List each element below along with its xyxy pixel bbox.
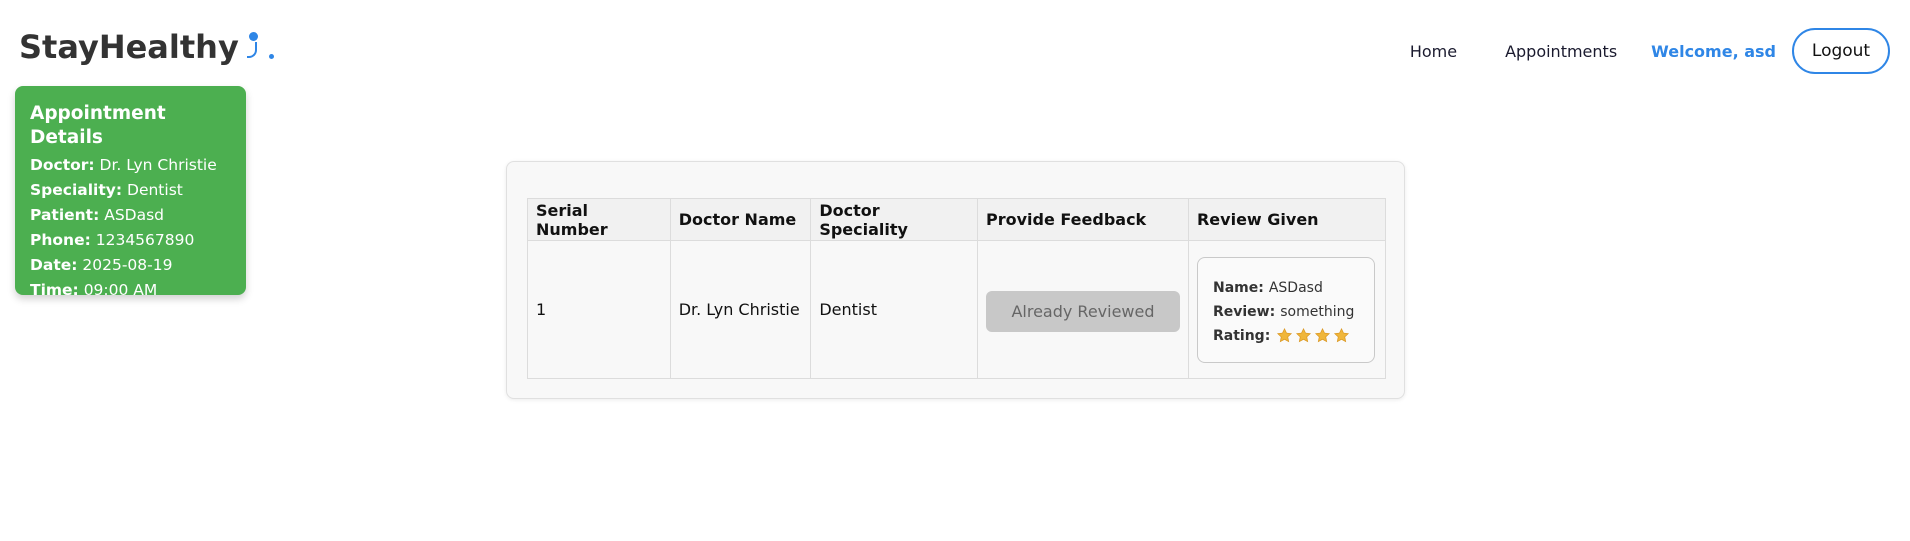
speciality-label: Speciality: [30,181,123,199]
logo[interactable]: StayHealthy [19,26,281,68]
star-icon [1276,327,1293,344]
header-doctor-name: Doctor Name [669,198,812,241]
header: StayHealthy Home Appointments Welcome, a… [0,0,1910,95]
rating-stars [1276,327,1352,344]
review-text-row: Review: something [1213,300,1359,324]
already-reviewed-label: Already Reviewed [1011,302,1155,321]
reviews-panel: Serial Number Doctor Name Doctor Special… [506,161,1405,399]
nav-home-link[interactable]: Home [1410,42,1457,61]
header-provide-feedback: Provide Feedback [976,198,1189,241]
cell-feedback: Already Reviewed [976,240,1189,379]
review-text-value: something [1280,303,1355,320]
appointment-date: Date: 2025-08-19 [30,253,231,278]
patient-label: Patient: [30,206,100,224]
star-icon [1295,327,1312,344]
review-summary: Name: ASDasd Review: something Rating: [1196,256,1375,363]
header-serial-number: Serial Number [527,198,671,241]
appointment-phone: Phone: 1234567890 [30,228,231,253]
appointment-patient: Patient: ASDasd [30,203,231,228]
nav-appointments-link[interactable]: Appointments [1505,42,1617,61]
appointment-doctor: Doctor: Dr. Lyn Christie [30,153,231,178]
star-icon [1314,327,1331,344]
doctor-value: Dr. Lyn Christie [99,156,217,174]
cell-doctor-name: Dr. Lyn Christie [669,240,812,379]
review-name-label: Name: [1212,279,1264,296]
time-label: Time: [30,281,79,299]
review-text-label: Review: [1212,303,1276,320]
header-review-given: Review Given [1187,198,1387,241]
review-rating-label: Rating: [1212,327,1271,344]
review-name-value: ASDasd [1268,279,1323,296]
review-name-row: Name: ASDasd [1213,276,1359,300]
header-doctor-speciality: Doctor Speciality [810,198,978,241]
person-icon [243,26,281,66]
review-rating-row: Rating: [1213,324,1359,348]
date-value: 2025-08-19 [82,256,173,274]
logout-label: Logout [1811,41,1871,61]
date-label: Date: [30,256,78,274]
reviews-table: Serial Number Doctor Name Doctor Special… [527,198,1387,379]
already-reviewed-button[interactable]: Already Reviewed [985,291,1180,332]
table-row: 1 Dr. Lyn Christie Dentist Already Revie… [527,240,1387,379]
phone-value: 1234567890 [95,231,195,249]
speciality-value: Dentist [127,181,183,199]
patient-value: ASDasd [104,206,165,224]
appointment-details-card: Appointment Details Doctor: Dr. Lyn Chri… [15,86,246,299]
logout-button[interactable]: Logout [1792,28,1890,74]
cell-speciality: Dentist [810,240,978,379]
phone-label: Phone: [30,231,91,249]
star-icon [1333,327,1350,344]
appointment-speciality: Speciality: Dentist [30,178,231,203]
appointment-time: Time: 09:00 AM [30,278,231,303]
doctor-label: Doctor: [30,156,95,174]
time-value: 09:00 AM [83,281,158,299]
nav-bar: Home Appointments Welcome, asd Logout [1410,28,1890,74]
cell-serial: 1 [527,240,671,379]
welcome-text: Welcome, asd [1651,41,1776,61]
table-header-row: Serial Number Doctor Name Doctor Special… [527,198,1387,241]
logo-text: StayHealthy [19,28,239,66]
appointment-details-title: Appointment Details [30,103,166,148]
cell-review-given: Name: ASDasd Review: something Rating: [1187,240,1387,379]
